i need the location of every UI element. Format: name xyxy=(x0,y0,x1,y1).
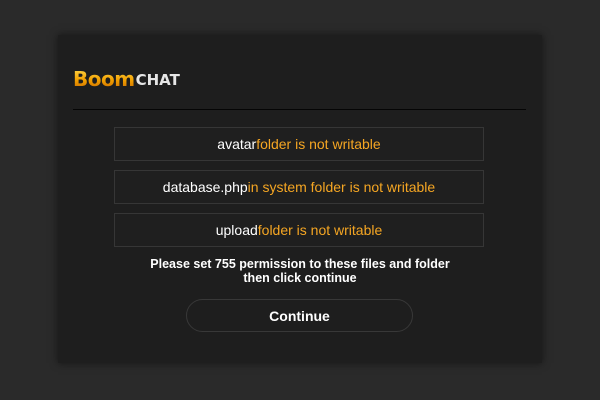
continue-button[interactable]: Continue xyxy=(186,299,413,332)
error-item-name: upload xyxy=(215,222,258,238)
error-item-text: folder is not writable xyxy=(257,222,383,238)
error-message-upload: upload folder is not writable xyxy=(114,213,484,247)
error-item-text: in system folder is not writable xyxy=(247,179,436,195)
permission-notice: Please set 755 permission to these files… xyxy=(98,257,502,285)
logo-chat-text: CHAT xyxy=(135,71,180,89)
logo-boom-text: Boom xyxy=(73,67,135,91)
notice-line-1: Please set 755 permission to these files… xyxy=(150,257,450,271)
boomchat-logo: Boom CHAT xyxy=(73,64,180,90)
header-divider xyxy=(73,109,526,110)
error-item-name: avatar xyxy=(217,136,257,152)
notice-line-2: then click continue xyxy=(243,271,357,285)
install-panel: Boom CHAT avatar folder is not writable d… xyxy=(58,35,542,363)
error-item-text: folder is not writable xyxy=(256,136,381,152)
error-message-avatar: avatar folder is not writable xyxy=(114,127,484,161)
error-item-name: database.php xyxy=(162,179,248,195)
error-message-database: database.php in system folder is not wri… xyxy=(114,170,484,204)
